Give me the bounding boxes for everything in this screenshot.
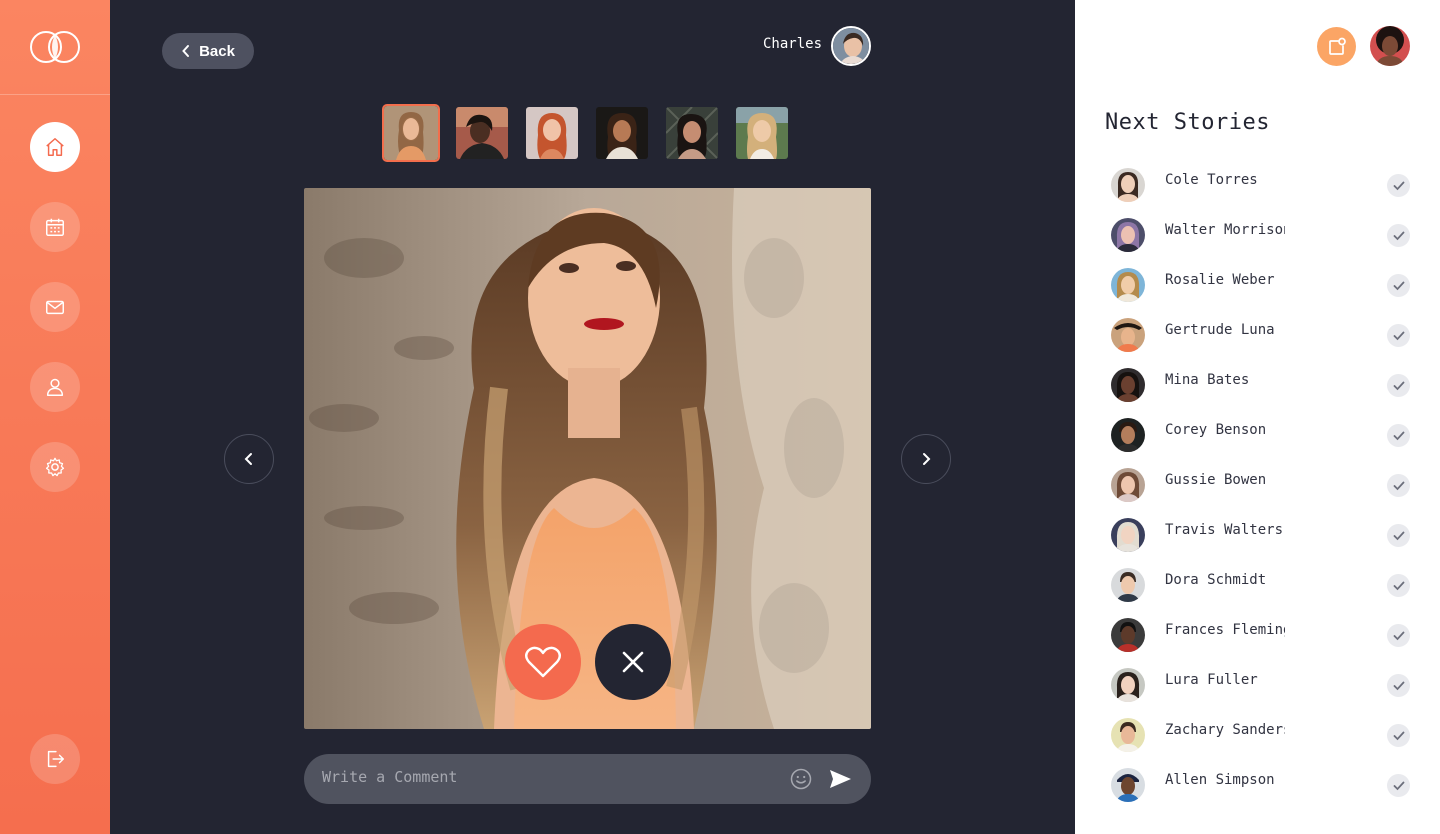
back-button-label: Back — [199, 42, 235, 60]
avatar — [1111, 468, 1145, 502]
check-icon — [1387, 624, 1410, 647]
story-thumbnail[interactable] — [666, 107, 718, 159]
check-icon — [1387, 474, 1410, 497]
close-icon — [622, 651, 644, 673]
story-name: Lura Fuller — [1165, 672, 1258, 688]
list-item[interactable]: Gussie Bowen — [1111, 467, 1411, 517]
profile-avatar[interactable] — [1370, 26, 1410, 66]
notification-icon — [1328, 37, 1346, 55]
list-item[interactable]: Mina Bates — [1111, 367, 1411, 417]
like-button[interactable] — [505, 624, 581, 700]
story-name: Cole Torres — [1165, 172, 1258, 188]
story-thumbnail[interactable] — [382, 104, 440, 162]
check-icon — [1387, 574, 1410, 597]
logo-icon — [30, 31, 80, 63]
reject-button[interactable] — [595, 624, 671, 700]
list-item[interactable]: Frances Fleming — [1111, 617, 1411, 667]
avatar — [1111, 768, 1145, 802]
emoji-icon[interactable] — [790, 768, 812, 790]
check-icon — [1387, 374, 1410, 397]
heart-icon — [525, 646, 561, 678]
calendar-icon — [46, 218, 64, 236]
list-item[interactable]: Lura Fuller — [1111, 667, 1411, 717]
check-icon — [1387, 674, 1410, 697]
list-item[interactable]: Corey Benson — [1111, 417, 1411, 467]
sidebar-item-calendar[interactable] — [30, 202, 80, 252]
check-icon — [1387, 774, 1410, 797]
story-thumbnail[interactable] — [596, 107, 648, 159]
list-item[interactable]: Rosalie Weber — [1111, 267, 1411, 317]
list-item[interactable]: Travis Walters — [1111, 517, 1411, 567]
story-name: Rosalie Weber — [1165, 272, 1275, 288]
logout-button[interactable] — [30, 734, 80, 784]
story-name: Allen Simpson — [1165, 772, 1275, 788]
avatar — [1111, 318, 1145, 352]
story-thumbnail[interactable] — [526, 107, 578, 159]
story-name: Frances Fleming — [1165, 622, 1285, 638]
list-item[interactable]: Allen Simpson — [1111, 767, 1411, 817]
check-icon — [1387, 424, 1410, 447]
story-list: Cole Torres Walter Morrison Rosalie Webe… — [1111, 167, 1411, 817]
gear-icon — [45, 457, 65, 477]
story-name: Gussie Bowen — [1165, 472, 1267, 488]
story-thumbnail[interactable] — [456, 107, 508, 159]
check-icon — [1387, 524, 1410, 547]
chevron-left-icon — [182, 45, 190, 57]
current-user-name: Charles — [763, 36, 823, 52]
check-icon — [1387, 324, 1410, 347]
main-content: Back Charles — [110, 0, 1075, 834]
comment-input[interactable] — [322, 762, 762, 792]
chevron-right-icon — [923, 453, 931, 465]
story-name: Dora Schmidt — [1165, 572, 1267, 588]
avatar — [1111, 568, 1145, 602]
avatar — [1111, 418, 1145, 452]
sidebar — [0, 0, 110, 834]
next-stories-title: Next Stories — [1105, 110, 1270, 135]
avatar — [1111, 368, 1145, 402]
notification-button[interactable] — [1317, 27, 1356, 66]
list-item[interactable]: Cole Torres — [1111, 167, 1411, 217]
back-button[interactable]: Back — [162, 33, 254, 69]
list-item[interactable]: Walter Morrison — [1111, 217, 1411, 267]
list-item[interactable]: Zachary Sanders — [1111, 717, 1411, 767]
story-name: Corey Benson — [1165, 422, 1267, 438]
sidebar-item-profile[interactable] — [30, 362, 80, 412]
avatar — [1111, 668, 1145, 702]
check-icon — [1387, 224, 1410, 247]
avatar — [1111, 218, 1145, 252]
app-logo[interactable] — [0, 0, 110, 95]
mail-icon — [46, 300, 64, 315]
avatar — [1111, 618, 1145, 652]
avatar — [1111, 168, 1145, 202]
story-name: Travis Walters — [1165, 522, 1284, 538]
send-icon[interactable] — [828, 767, 852, 791]
logout-icon — [47, 750, 64, 768]
story-name: Zachary Sanders — [1165, 722, 1285, 738]
story-name: Gertrude Luna — [1165, 322, 1275, 338]
sidebar-item-home[interactable] — [30, 122, 80, 172]
story-name: Mina Bates — [1165, 372, 1250, 388]
check-icon — [1387, 724, 1410, 747]
home-icon — [46, 138, 64, 156]
check-icon — [1387, 274, 1410, 297]
comment-box — [304, 754, 871, 804]
sidebar-item-settings[interactable] — [30, 442, 80, 492]
next-stories-panel: Next Stories Cole Torres Walter Morrison… — [1075, 0, 1440, 834]
story-thumbnail[interactable] — [736, 107, 788, 159]
sidebar-item-messages[interactable] — [30, 282, 80, 332]
avatar — [1111, 268, 1145, 302]
chevron-left-icon — [244, 453, 252, 465]
avatar — [1111, 518, 1145, 552]
list-item[interactable]: Gertrude Luna — [1111, 317, 1411, 367]
story-thumbnails — [382, 104, 788, 162]
user-icon — [46, 378, 64, 396]
list-item[interactable]: Dora Schmidt — [1111, 567, 1411, 617]
story-photo — [304, 188, 871, 729]
next-story-button[interactable] — [901, 434, 951, 484]
avatar — [1111, 718, 1145, 752]
current-user-avatar[interactable] — [831, 26, 871, 66]
check-icon — [1387, 174, 1410, 197]
previous-story-button[interactable] — [224, 434, 274, 484]
story-name: Walter Morrison — [1165, 222, 1285, 238]
